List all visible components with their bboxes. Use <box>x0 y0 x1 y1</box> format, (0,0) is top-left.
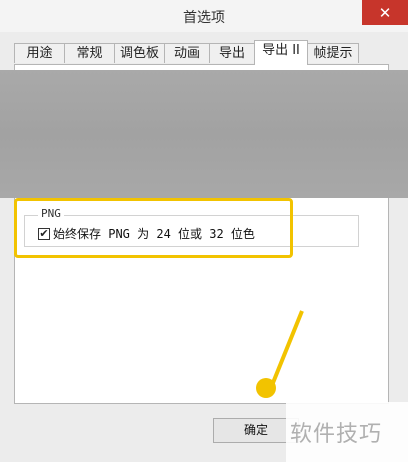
close-icon: ✕ <box>378 3 392 22</box>
tab-frame-hints[interactable]: 帧提示 <box>307 43 359 63</box>
tab-general[interactable]: 常规 <box>64 43 115 63</box>
tab-export-ii[interactable]: 导出 II <box>254 40 308 65</box>
tab-export[interactable]: 导出 <box>209 43 255 63</box>
title-bar: 首选项 ✕ <box>0 0 408 32</box>
blurred-content <box>0 70 408 198</box>
tab-palette[interactable]: 调色板 <box>114 43 165 63</box>
pointer-dot <box>256 378 276 398</box>
close-button[interactable]: ✕ <box>362 0 408 25</box>
highlight-box <box>14 198 293 258</box>
window-title: 首选项 <box>183 10 225 26</box>
tab-animation[interactable]: 动画 <box>164 43 210 63</box>
tab-usage[interactable]: 用途 <box>14 43 65 63</box>
watermark-text: 软件技巧 <box>290 422 383 447</box>
